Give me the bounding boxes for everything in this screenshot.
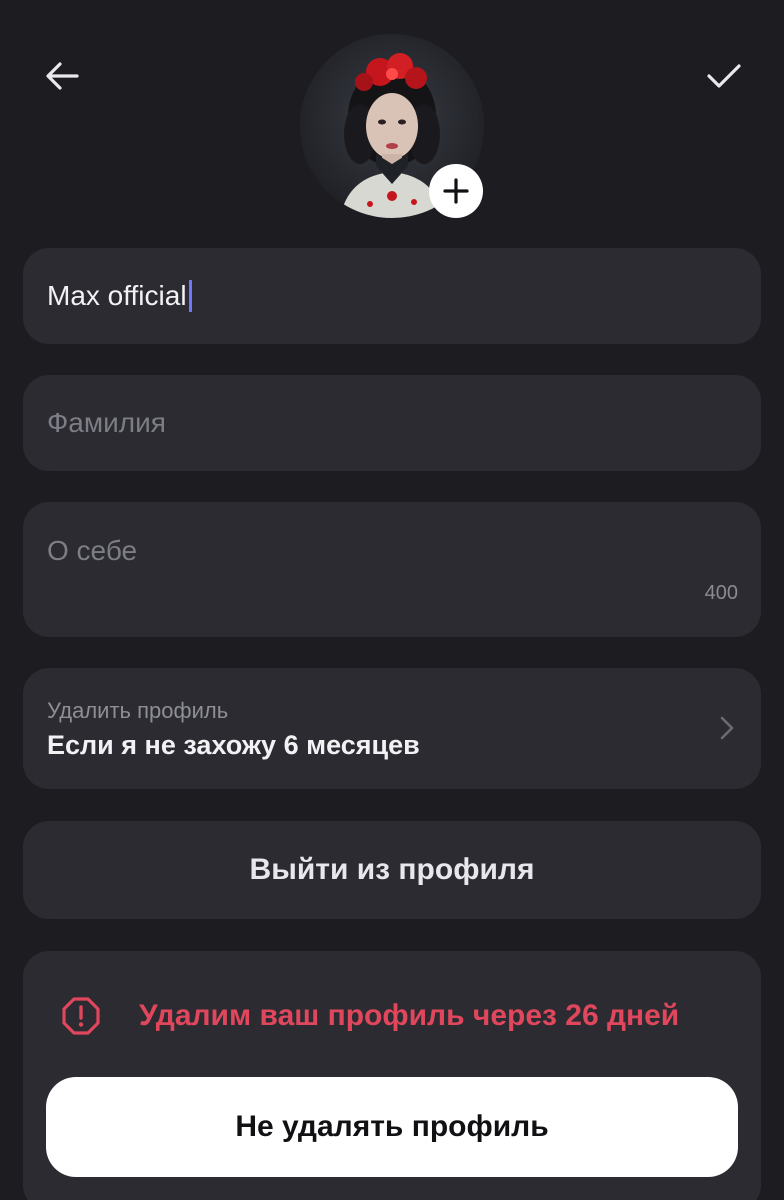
- avatar-container: [300, 34, 484, 218]
- character-counter: 400: [704, 582, 738, 604]
- chevron-right-icon: [720, 716, 734, 740]
- logout-label: Выйти из профиля: [249, 853, 535, 886]
- add-photo-button[interactable]: [429, 164, 483, 218]
- keep-profile-button[interactable]: Не удалять профиль: [46, 1077, 738, 1177]
- deletion-warning-text: Удалим ваш профиль через 26 дней: [139, 999, 680, 1032]
- delete-profile-caption: Удалить профиль: [47, 698, 229, 723]
- save-button[interactable]: [698, 52, 750, 100]
- edit-profile-screen: Max official Фамилия О себе 400 Удалить …: [0, 0, 784, 1200]
- back-button[interactable]: [36, 52, 88, 100]
- first-name-input[interactable]: Max official: [47, 279, 192, 313]
- about-field[interactable]: О себе 400: [23, 502, 761, 637]
- logout-button[interactable]: Выйти из профиля: [23, 821, 761, 919]
- first-name-value: Max official: [47, 280, 187, 311]
- about-input[interactable]: О себе: [47, 534, 137, 568]
- text-caret: [188, 280, 192, 312]
- deletion-warning-panel: Удалим ваш профиль через 26 дней Не удал…: [23, 951, 761, 1200]
- arrow-left-icon: [46, 62, 79, 90]
- first-name-field[interactable]: Max official: [23, 248, 761, 344]
- delete-profile-value: Если я не захожу 6 месяцев: [47, 730, 420, 760]
- plus-icon: [443, 178, 469, 204]
- keep-profile-label: Не удалять профиль: [235, 1110, 549, 1143]
- delete-profile-setting[interactable]: Удалить профиль Если я не захожу 6 месяц…: [23, 668, 761, 789]
- alert-circle-icon: [62, 997, 100, 1035]
- last-name-field[interactable]: Фамилия: [23, 375, 761, 471]
- checkmark-icon: [707, 64, 741, 88]
- last-name-input[interactable]: Фамилия: [47, 406, 166, 440]
- warning-row: Удалим ваш профиль через 26 дней: [61, 996, 679, 1036]
